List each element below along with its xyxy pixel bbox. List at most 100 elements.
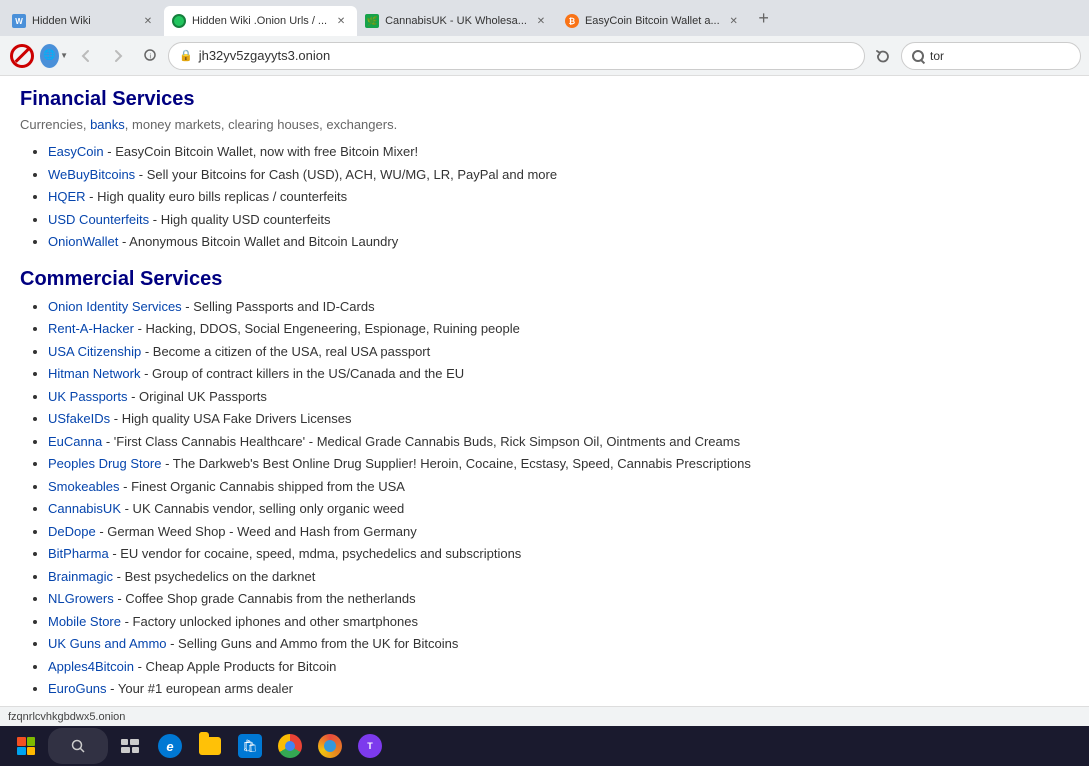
list-item: Mobile Store - Factory unlocked iphones … (48, 612, 1069, 632)
tab-easycoin[interactable]: ₿ EasyCoin Bitcoin Wallet a... ✕ (557, 6, 750, 36)
back-arrow-icon (79, 49, 93, 63)
tab-label-2: Hidden Wiki .Onion Urls / ... (192, 15, 327, 27)
link-onion-identity[interactable]: Onion Identity Services (48, 299, 182, 314)
list-item: Hitman Network - Group of contract kille… (48, 364, 1069, 384)
link-dedope[interactable]: DeDope (48, 524, 96, 539)
tab-close-3[interactable]: ✕ (533, 13, 549, 29)
cortana-button[interactable] (48, 728, 108, 764)
globe-button[interactable]: 🌐 ▼ (40, 42, 68, 70)
list-item: BitPharma - EU vendor for cocaine, speed… (48, 544, 1069, 564)
tab-label-1: Hidden Wiki (32, 15, 134, 27)
list-item: Onion Identity Services - Selling Passpo… (48, 297, 1069, 317)
link-usd-counterfeits[interactable]: USD Counterfeits (48, 212, 149, 227)
link-mobile-store[interactable]: Mobile Store (48, 614, 121, 629)
link-cannabisuk[interactable]: CannabisUK (48, 501, 121, 516)
task-view-button[interactable] (112, 728, 148, 764)
page-content: Financial Services Currencies, banks, mo… (0, 76, 1089, 706)
tab-favicon-3: 🌿 (365, 14, 379, 28)
tab-hidden-wiki[interactable]: W Hidden Wiki ✕ (4, 6, 164, 36)
link-ccpal[interactable]: ccPal (48, 704, 80, 707)
list-item: Peoples Drug Store - The Darkweb's Best … (48, 454, 1069, 474)
back-button[interactable] (72, 42, 100, 70)
chrome-icon (278, 734, 302, 758)
block-icon-button[interactable] (8, 42, 36, 70)
edge-icon: e (158, 734, 182, 758)
reload-icon (876, 49, 890, 63)
section-financial: Financial Services Currencies, banks, mo… (20, 88, 1069, 252)
forward-button[interactable] (104, 42, 132, 70)
tab-label-3: CannabisUK - UK Wholesa... (385, 15, 527, 27)
taskbar: e 🛍 T (0, 726, 1089, 766)
tor-button[interactable]: T (352, 728, 388, 764)
list-item: UK Passports - Original UK Passports (48, 387, 1069, 407)
link-bitpharma[interactable]: BitPharma (48, 546, 109, 561)
section-subtitle-financial: Currencies, banks, money markets, cleari… (20, 117, 1069, 132)
tab-cannabisuk[interactable]: 🌿 CannabisUK - UK Wholesa... ✕ (357, 6, 557, 36)
section-title-financial: Financial Services (20, 88, 1069, 111)
chrome-button[interactable] (272, 728, 308, 764)
tab-close-2[interactable]: ✕ (333, 13, 349, 29)
tor-icon: T (358, 734, 382, 758)
tab-close-4[interactable]: ✕ (726, 13, 742, 29)
link-hitman-network[interactable]: Hitman Network (48, 366, 140, 381)
list-item: EuCanna - 'First Class Cannabis Healthca… (48, 432, 1069, 452)
status-bar: fzqnrlcvhkgbdwx5.onion (0, 706, 1089, 726)
browser: W Hidden Wiki ✕ Hidden Wiki .Onion Urls … (0, 0, 1089, 726)
info-icon: i (144, 49, 156, 63)
link-uk-passports[interactable]: UK Passports (48, 389, 127, 404)
link-usfakeids[interactable]: USfakeIDs (48, 411, 110, 426)
link-easycoin[interactable]: EasyCoin (48, 144, 104, 159)
link-brainmagic[interactable]: Brainmagic (48, 569, 113, 584)
search-bar[interactable]: tor (901, 42, 1081, 70)
folder-icon (199, 737, 221, 755)
security-info-button[interactable]: i (136, 42, 164, 70)
link-peoples-drug-store[interactable]: Peoples Drug Store (48, 456, 161, 471)
windows-logo-icon (17, 737, 35, 755)
tab-hidden-wiki-onion[interactable]: Hidden Wiki .Onion Urls / ... ✕ (164, 6, 357, 36)
tab-favicon-1: W (12, 14, 26, 28)
link-banks[interactable]: banks (90, 117, 125, 132)
tab-close-1[interactable]: ✕ (140, 13, 156, 29)
tab-bar: W Hidden Wiki ✕ Hidden Wiki .Onion Urls … (0, 0, 1089, 36)
edge-button[interactable]: e (152, 728, 188, 764)
new-tab-button[interactable]: + (750, 4, 778, 32)
start-button[interactable] (8, 728, 44, 764)
reload-button[interactable] (869, 42, 897, 70)
list-item: UK Guns and Ammo - Selling Guns and Ammo… (48, 634, 1069, 654)
browser-window: W Hidden Wiki ✕ Hidden Wiki .Onion Urls … (0, 0, 1089, 766)
list-item: Brainmagic - Best psychedelics on the da… (48, 567, 1069, 587)
link-apples4bitcoin[interactable]: Apples4Bitcoin (48, 659, 134, 674)
list-item: WeBuyBitcoins - Sell your Bitcoins for C… (48, 165, 1069, 185)
list-item: USA Citizenship - Become a citizen of th… (48, 342, 1069, 362)
address-text: jh32yv5zgayyts3.onion (199, 48, 854, 63)
address-bar[interactable]: 🔒 jh32yv5zgayyts3.onion (168, 42, 865, 70)
link-hqer[interactable]: HQER (48, 189, 86, 204)
firefox-button[interactable] (312, 728, 348, 764)
commercial-link-list: Onion Identity Services - Selling Passpo… (20, 297, 1069, 707)
list-item: DeDope - German Weed Shop - Weed and Has… (48, 522, 1069, 542)
link-eucanna[interactable]: EuCanna (48, 434, 102, 449)
forward-arrow-icon (111, 49, 125, 63)
firefox-icon (318, 734, 342, 758)
link-usa-citizenship[interactable]: USA Citizenship (48, 344, 141, 359)
link-euroguns[interactable]: EuroGuns (48, 681, 107, 696)
list-item: EasyCoin - EasyCoin Bitcoin Wallet, now … (48, 142, 1069, 162)
link-rent-a-hacker[interactable]: Rent-A-Hacker (48, 321, 134, 336)
lock-icon: 🔒 (179, 49, 193, 62)
link-onionwallet[interactable]: OnionWallet (48, 234, 118, 249)
tab-label-4: EasyCoin Bitcoin Wallet a... (585, 15, 720, 27)
list-item: Apples4Bitcoin - Cheap Apple Products fo… (48, 657, 1069, 677)
section-title-commercial: Commercial Services (20, 268, 1069, 291)
task-view-icon (121, 739, 139, 753)
link-webuybitcoins[interactable]: WeBuyBitcoins (48, 167, 135, 182)
link-uk-guns[interactable]: UK Guns and Ammo (48, 636, 167, 651)
link-nlgrowers[interactable]: NLGrowers (48, 591, 114, 606)
tab-favicon-2 (172, 14, 186, 28)
list-item: USD Counterfeits - High quality USD coun… (48, 210, 1069, 230)
status-url: fzqnrlcvhkgbdwx5.onion (8, 711, 125, 723)
store-button[interactable]: 🛍 (232, 728, 268, 764)
section-commercial: Commercial Services Onion Identity Servi… (20, 268, 1069, 707)
link-smokeables[interactable]: Smokeables (48, 479, 120, 494)
file-explorer-button[interactable] (192, 728, 228, 764)
search-text: tor (930, 49, 944, 63)
